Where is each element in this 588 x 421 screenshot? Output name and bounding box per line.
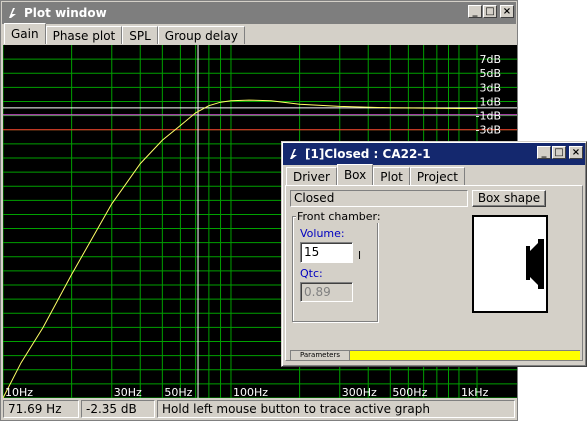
tab-project[interactable]: Project — [409, 167, 465, 185]
tab-phase-plot[interactable]: Phase plot — [45, 26, 123, 44]
volume-label: Volume: — [300, 227, 345, 240]
x-tick-label: 50Hz — [164, 386, 192, 398]
maximize-button[interactable]: □ — [552, 146, 566, 159]
y-tick-label: 7dB — [479, 53, 501, 66]
y-tick-label: 3dB — [479, 81, 501, 94]
x-tick-label: 500Hz — [392, 386, 427, 398]
closed-window-titlebar[interactable]: [1]Closed : CA22-1 _ □ × — [283, 143, 585, 165]
y-tick-label: -1dB — [476, 110, 502, 123]
parameters-indicator — [350, 351, 580, 360]
tab-spl[interactable]: SPL — [122, 26, 158, 44]
close-button[interactable]: × — [569, 146, 583, 159]
plot-window-title: Plot window — [24, 6, 107, 20]
app-icon — [290, 149, 297, 159]
front-chamber-label: Front chamber: — [296, 210, 382, 223]
tab-plot[interactable]: Plot — [373, 167, 410, 185]
qtc-field: 0.89 — [300, 282, 353, 302]
parameters-tab[interactable]: Parameters — [291, 351, 350, 360]
box-type-field: Closed — [290, 190, 468, 207]
app-icon — [9, 8, 16, 18]
plot-tabs: Gain Phase plot SPL Group delay — [4, 23, 245, 44]
x-tick-label: 300Hz — [342, 386, 377, 398]
minimize-button[interactable]: _ — [468, 5, 482, 18]
x-tick-label: 100Hz — [233, 386, 268, 398]
plot-window-titlebar[interactable]: Plot window _ □ × — [2, 2, 516, 24]
x-tick-label: 1kHz — [461, 386, 489, 398]
tab-group-delay[interactable]: Group delay — [157, 26, 245, 44]
volume-input[interactable]: 15 — [300, 242, 353, 263]
box-shape-button[interactable]: Box shape — [472, 190, 546, 207]
minimize-button[interactable]: _ — [537, 146, 551, 159]
x-tick-label: 10Hz — [5, 386, 33, 398]
closed-box-window: [1]Closed : CA22-1 _ □ × Driver Box Plot… — [281, 141, 587, 367]
y-tick-label: 1dB — [479, 95, 501, 108]
box-shape-preview — [472, 215, 548, 313]
close-button[interactable]: × — [500, 5, 514, 18]
status-frequency: 71.69 Hz — [3, 400, 79, 418]
volume-unit: l — [358, 249, 362, 262]
y-tick-label: 5dB — [479, 67, 501, 80]
tab-box[interactable]: Box — [336, 164, 374, 185]
maximize-button[interactable]: □ — [483, 5, 497, 18]
qtc-label: Qtc: — [300, 267, 323, 280]
parameters-bar: Parameters — [290, 350, 580, 360]
closed-window-title: [1]Closed : CA22-1 — [305, 147, 431, 161]
speaker-icon — [526, 239, 544, 289]
box-tab-panel: Closed Box shape Front chamber: Volume: … — [285, 185, 583, 361]
status-hint: Hold left mouse button to trace active g… — [157, 400, 515, 418]
box-tabs: Driver Box Plot Project — [286, 164, 465, 185]
x-tick-label: 30Hz — [114, 386, 142, 398]
y-tick-label: -3dB — [476, 124, 502, 137]
tab-gain[interactable]: Gain — [4, 23, 46, 44]
status-gain: -2.35 dB — [81, 400, 155, 418]
tab-driver[interactable]: Driver — [286, 167, 337, 185]
status-bar: 71.69 Hz -2.35 dB Hold left mouse button… — [3, 400, 515, 418]
